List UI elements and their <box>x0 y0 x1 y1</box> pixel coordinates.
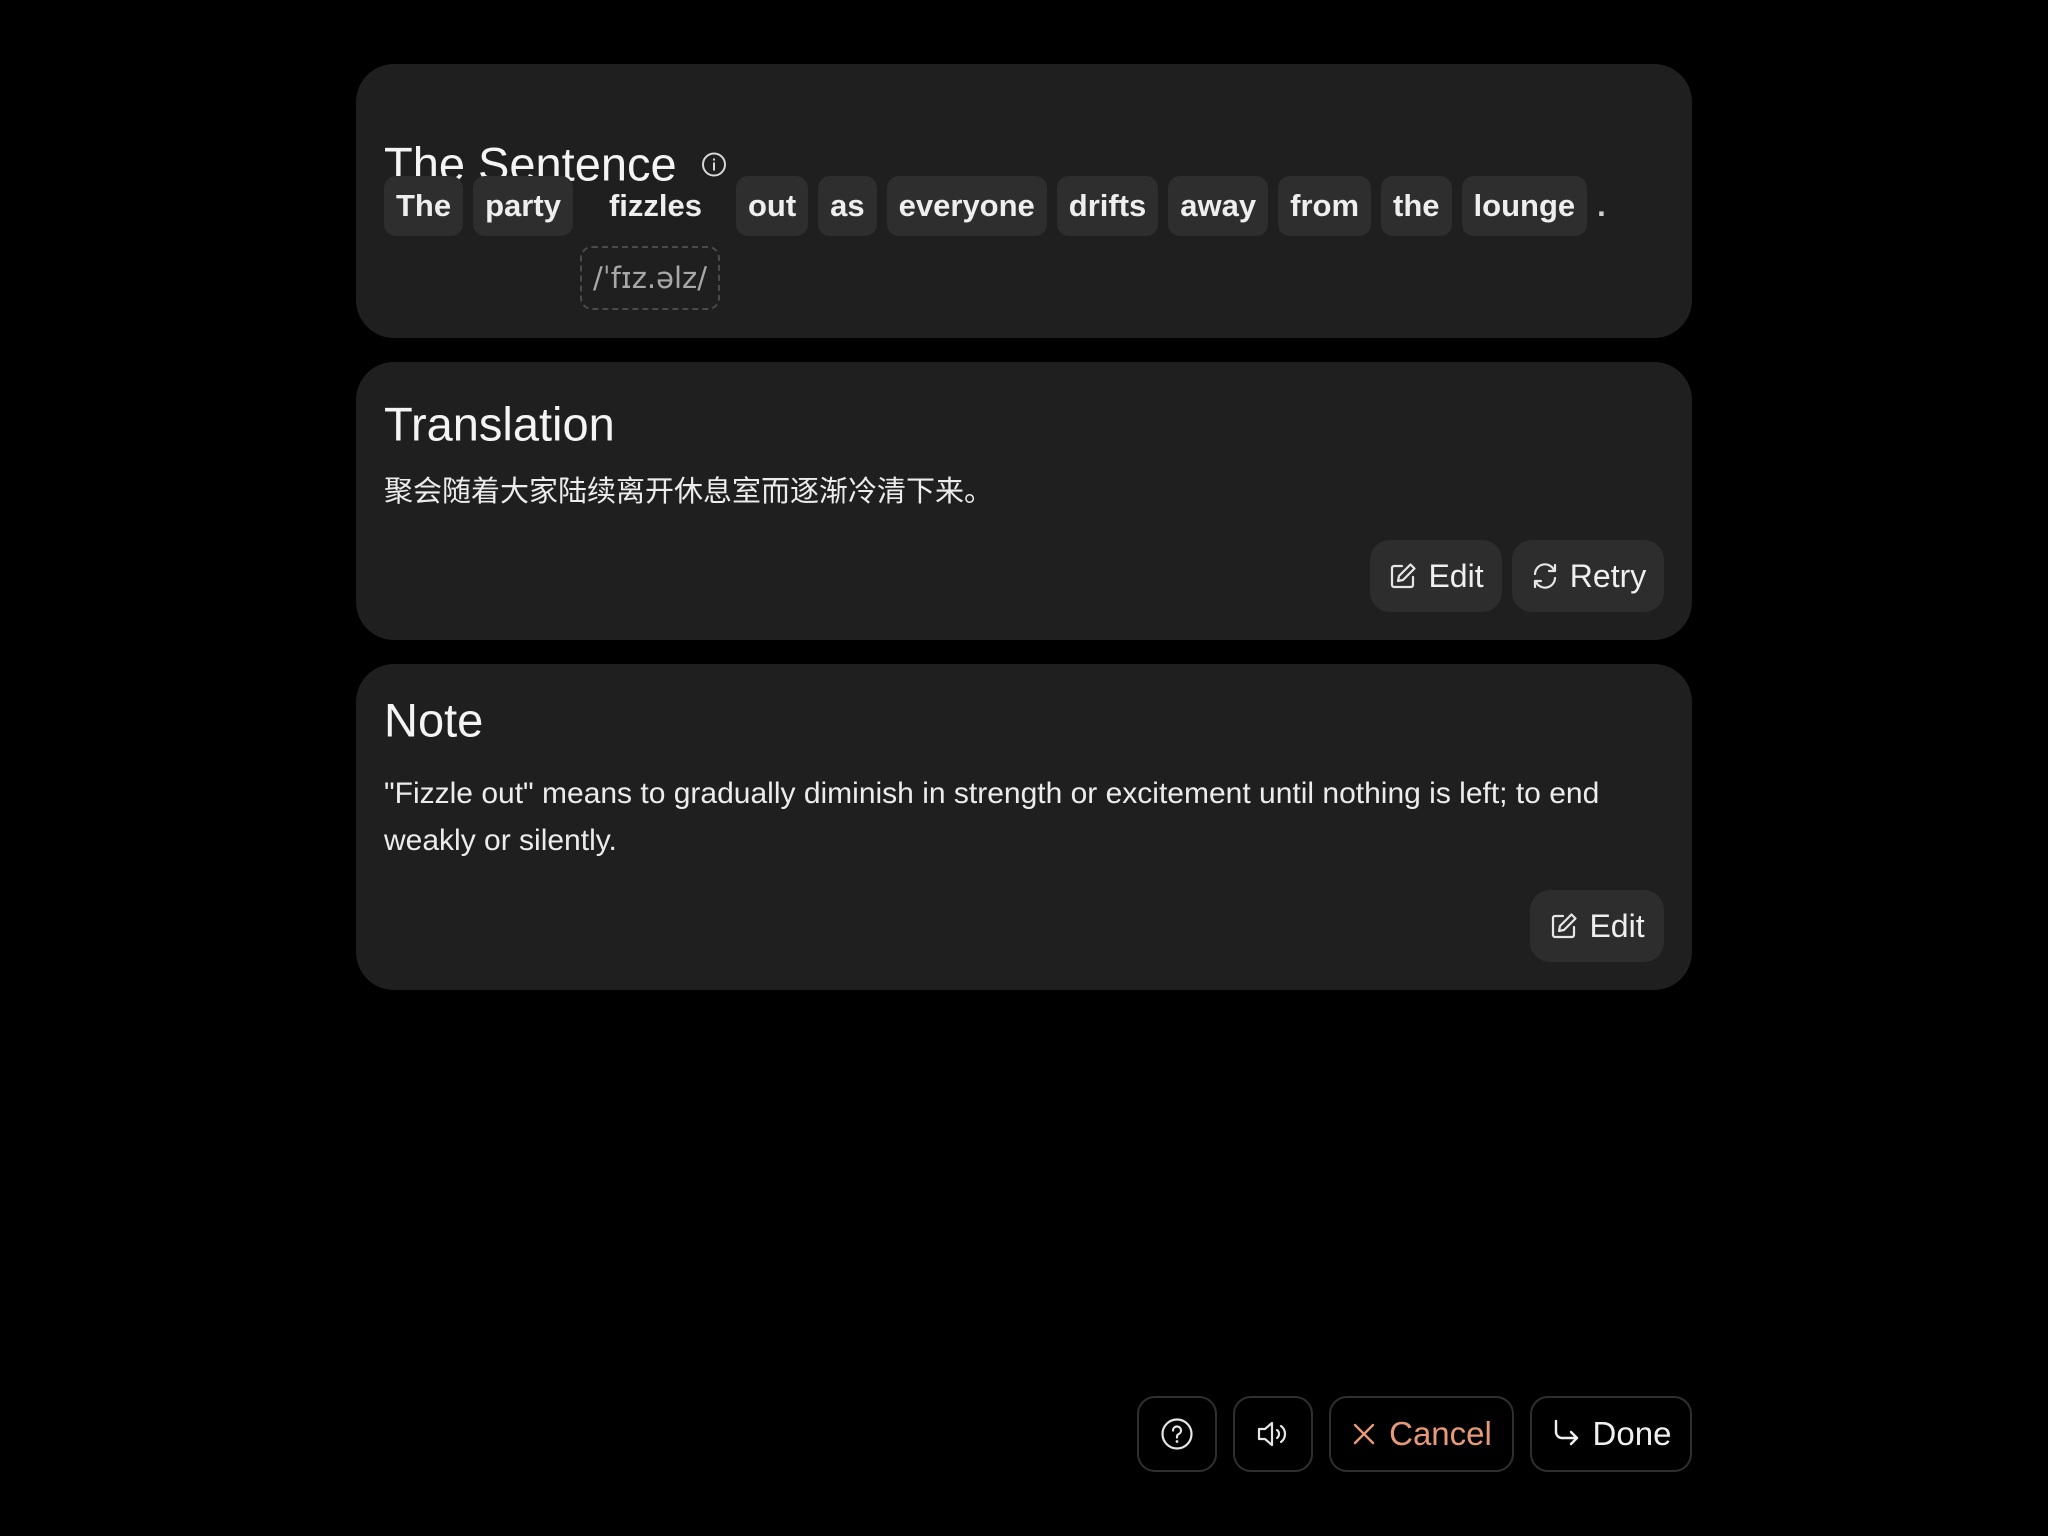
word-chip[interactable]: as <box>818 176 877 236</box>
word-chip[interactable]: everyone <box>886 176 1047 236</box>
edit-icon <box>1552 913 1578 939</box>
sentence-punctuation: . <box>1597 188 1606 223</box>
note-text: "Fizzle out" means to gradually diminish… <box>384 777 1600 857</box>
sentence-card: The Sentence The party fizzles out as ev… <box>356 64 1692 338</box>
done-button[interactable]: Done <box>1530 1396 1692 1472</box>
close-icon <box>1353 1423 1375 1445</box>
translation-edit-button[interactable]: Edit <box>1370 540 1502 612</box>
word-chip-row: The party fizzles out as everyone drifts… <box>384 176 1664 236</box>
retry-label: Retry <box>1569 557 1647 594</box>
translation-card: Translation 聚会随着大家陆续离开休息室而逐渐冷清下来。 Edit R… <box>356 362 1692 640</box>
word-chip[interactable]: party <box>473 176 573 236</box>
cancel-label: Cancel <box>1389 1415 1492 1452</box>
translation-text: 聚会随着大家陆续离开休息室而逐渐冷清下来。 <box>384 474 994 508</box>
word-chip[interactable]: the <box>1381 176 1452 236</box>
edit-label: Edit <box>1589 907 1645 944</box>
audio-button[interactable] <box>1233 1396 1313 1472</box>
word-chip[interactable]: away <box>1168 176 1269 236</box>
question-circle-icon <box>1161 1418 1193 1450</box>
word-chip[interactable]: out <box>735 176 809 236</box>
info-icon[interactable] <box>701 151 727 177</box>
phonetic-box[interactable]: /ˈfɪz.əlz/ <box>580 246 720 310</box>
speaker-icon <box>1257 1421 1287 1447</box>
translation-title: Translation <box>384 397 615 451</box>
help-button[interactable] <box>1137 1396 1217 1472</box>
cancel-button[interactable]: Cancel <box>1329 1396 1514 1472</box>
note-edit-button[interactable]: Edit <box>1530 890 1664 962</box>
word-chip[interactable]: from <box>1278 176 1372 236</box>
note-title: Note <box>384 693 484 747</box>
done-label: Done <box>1592 1415 1672 1452</box>
translation-retry-button[interactable]: Retry <box>1512 540 1664 612</box>
edit-label: Edit <box>1428 557 1484 594</box>
refresh-icon <box>1533 563 1556 589</box>
word-chip[interactable]: drifts <box>1056 176 1159 236</box>
edit-icon <box>1391 563 1417 589</box>
word-chip[interactable]: The <box>384 176 464 236</box>
word-chip-selected[interactable]: fizzles <box>583 176 726 236</box>
note-card: Note "Fizzle out" means to gradually dim… <box>356 664 1692 990</box>
return-arrow-icon <box>1554 1419 1578 1446</box>
word-chip[interactable]: lounge <box>1461 176 1588 236</box>
